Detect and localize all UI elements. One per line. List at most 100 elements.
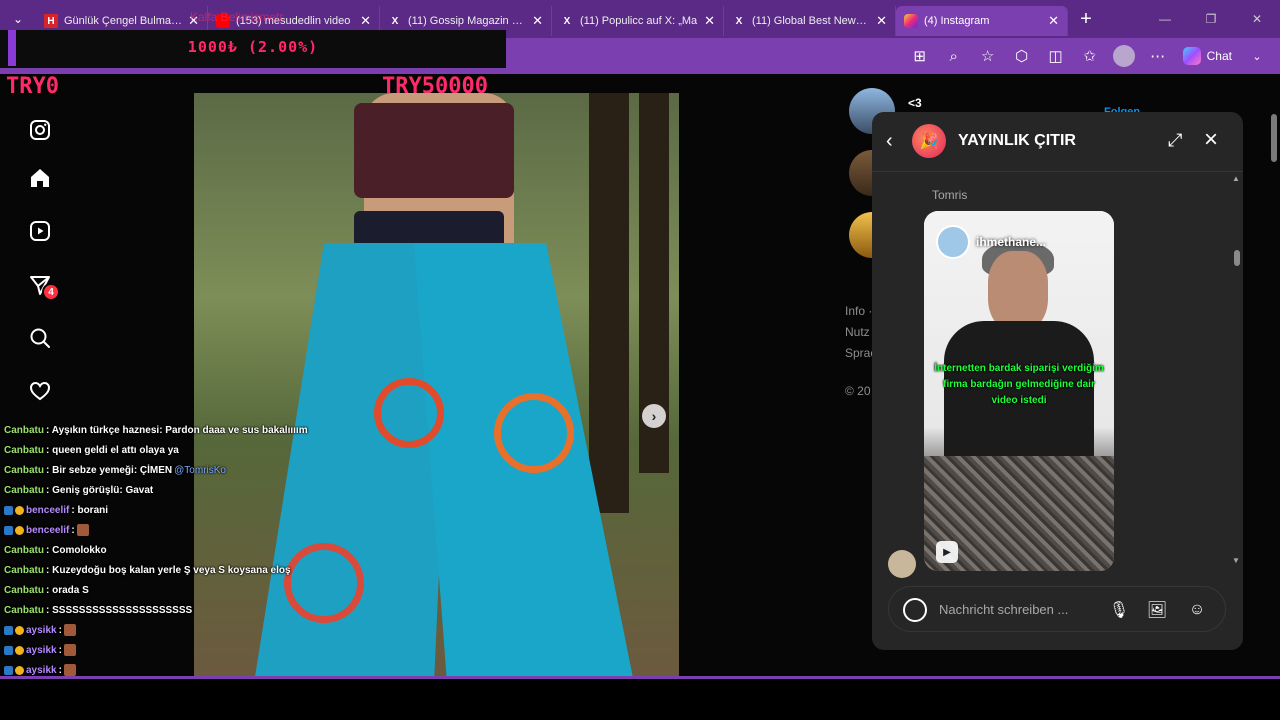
chat-username[interactable]: benceelif	[26, 505, 69, 516]
image-icon[interactable]: 🖼	[1145, 598, 1169, 622]
instagram-logo-icon[interactable]	[22, 112, 58, 148]
extensions-icon[interactable]: ⬡	[1007, 41, 1037, 71]
chat-username[interactable]: Canbatu	[4, 605, 44, 616]
user-badge-icon	[4, 505, 13, 515]
tab-favicon: H	[44, 14, 58, 28]
x-logo-icon: X	[563, 15, 571, 27]
sender-avatar[interactable]	[888, 550, 916, 578]
maximize-icon[interactable]: ❐	[1188, 0, 1234, 38]
favorite-star-icon[interactable]: ☆	[973, 41, 1003, 71]
split-screen-icon[interactable]: ◫	[1041, 41, 1071, 71]
shared-reel[interactable]: ihmethane... İnternetten bardak siparişi…	[924, 211, 1114, 571]
chat-text: :	[58, 644, 62, 656]
chat-username[interactable]: aysikk	[26, 645, 57, 656]
instagram-favicon-icon	[904, 14, 918, 28]
chat-text: : Bir sebze yemeği: ÇİMEN	[46, 464, 173, 476]
group-avatar[interactable]: 🎉	[912, 124, 946, 158]
overlay-ghost-text: Kalfa Belimizmetr	[190, 10, 284, 24]
search-icon[interactable]	[22, 320, 58, 356]
chat-username[interactable]: Canbatu	[4, 425, 44, 436]
message-composer[interactable]: Nachricht schreiben ... 🎙 🖼 ☺	[888, 586, 1226, 632]
chat-message: Canbatu: Comolokko	[4, 540, 107, 560]
home-icon[interactable]	[22, 160, 58, 196]
post-image[interactable]	[194, 93, 679, 676]
photo-pattern	[284, 543, 364, 623]
scroll-up-icon[interactable]: ▲	[1232, 174, 1240, 183]
back-arrow-icon[interactable]: ‹	[886, 130, 893, 153]
emoji-icon[interactable]	[903, 598, 927, 622]
chat-emote-icon	[63, 644, 76, 656]
chat-text: : SSSSSSSSSSSSSSSSSSSSS	[46, 604, 193, 616]
messages-icon[interactable]: 4	[22, 267, 60, 303]
reel-play-icon[interactable]: ▶	[936, 541, 958, 563]
chat-message: Canbatu: Ayşıkın türkçe haznesi: Pardon …	[4, 420, 308, 440]
tab-instagram[interactable]: (4) Instagram ✕	[896, 6, 1068, 36]
chat-text: : Ayşıkın türkçe haznesi: Pardon daaa ve…	[46, 424, 308, 436]
chat-username[interactable]: Canbatu	[4, 465, 44, 476]
tab-title: (11) Global Best News a	[752, 15, 871, 27]
chat-message: Canbatu: orada S	[4, 580, 89, 600]
chat-text: : Kuzeydoğu boş kalan yerle Ş veya S koy…	[46, 564, 291, 576]
message-sender-name: Tomris	[932, 188, 968, 202]
tab-close-icon[interactable]: ✕	[876, 13, 887, 29]
chevron-down-icon[interactable]: ⌄	[1242, 41, 1272, 71]
window-controls: — ❐ ✕	[1142, 0, 1280, 38]
photo-top	[354, 103, 514, 198]
user-badge-icon	[4, 665, 13, 675]
chat-username[interactable]: aysikk	[26, 625, 57, 636]
tree-trunk	[589, 93, 629, 513]
tab-title: (4) Instagram	[924, 15, 990, 27]
favorites-icon[interactable]: ✩	[1075, 41, 1105, 71]
footer-link-info[interactable]: Info ·	[845, 304, 872, 318]
close-window-icon[interactable]: ✕	[1234, 0, 1280, 38]
user-badge-icon	[4, 645, 13, 655]
close-icon[interactable]: ×	[1204, 126, 1218, 154]
profile-avatar[interactable]	[1109, 41, 1139, 71]
footer-link-terms[interactable]: Nutz	[845, 325, 870, 339]
chat-text: : Comolokko	[46, 544, 107, 556]
tab-5[interactable]: X (11) Global Best News a ✕	[724, 6, 896, 36]
user-badge-icon	[15, 525, 24, 535]
carousel-next-button[interactable]: ›	[642, 404, 666, 428]
more-menu-icon[interactable]: ⋯	[1143, 41, 1173, 71]
heart-icon[interactable]	[22, 373, 58, 409]
chat-username[interactable]: Canbatu	[4, 585, 44, 596]
tab-close-icon[interactable]: ✕	[1048, 13, 1059, 29]
copilot-icon	[1182, 47, 1201, 65]
chat-username[interactable]: benceelif	[26, 525, 69, 536]
suggestion-username[interactable]: <3	[908, 96, 922, 110]
tab-close-icon[interactable]: ✕	[704, 13, 715, 29]
sticker-icon[interactable]: ☺	[1185, 598, 1209, 622]
donation-min-label: TRY0	[6, 74, 59, 99]
chat-mention[interactable]: @TomrisKo	[174, 465, 226, 476]
tab-title: Günlük Çengel Bulmaca	[64, 15, 183, 27]
microphone-icon[interactable]: 🎙	[1107, 598, 1131, 622]
message-input[interactable]: Nachricht schreiben ...	[939, 602, 1068, 617]
chat-username[interactable]: Canbatu	[4, 485, 44, 496]
minimize-icon[interactable]: —	[1142, 0, 1188, 38]
user-badge-icon	[4, 525, 13, 535]
tab-close-icon[interactable]: ✕	[360, 13, 371, 29]
photo-pattern	[494, 393, 574, 473]
tab-4[interactable]: X (11) Populicc auf X: „Ma ✕	[552, 6, 724, 36]
app-grid-icon[interactable]: ⊞	[905, 41, 935, 71]
reels-icon[interactable]	[22, 213, 58, 249]
zoom-icon[interactable]: ⌕	[939, 41, 969, 71]
chat-username[interactable]: Canbatu	[4, 565, 44, 576]
reel-username[interactable]: ihmethane...	[976, 235, 1046, 249]
reel-caption: İnternetten bardak siparişi verdiğim fir…	[934, 363, 1104, 406]
expand-icon[interactable]: ⤢	[1168, 130, 1182, 151]
dm-scrollbar-thumb[interactable]	[1234, 250, 1240, 266]
page-scrollbar[interactable]	[1268, 74, 1280, 676]
chat-username[interactable]: Canbatu	[4, 445, 44, 456]
copilot-chat-button[interactable]: Chat	[1177, 47, 1238, 65]
chat-username[interactable]: aysikk	[26, 665, 57, 676]
page-scrollbar-thumb[interactable]	[1271, 114, 1277, 162]
user-badge-icon	[15, 665, 24, 675]
dm-title[interactable]: YAYINLIK ÇITIR	[958, 132, 1076, 150]
reel-user-avatar[interactable]	[936, 225, 970, 259]
scroll-down-icon[interactable]: ▼	[1232, 556, 1240, 565]
chat-username[interactable]: Canbatu	[4, 545, 44, 556]
new-tab-button[interactable]: +	[1068, 8, 1104, 31]
tab-close-icon[interactable]: ✕	[532, 13, 543, 29]
